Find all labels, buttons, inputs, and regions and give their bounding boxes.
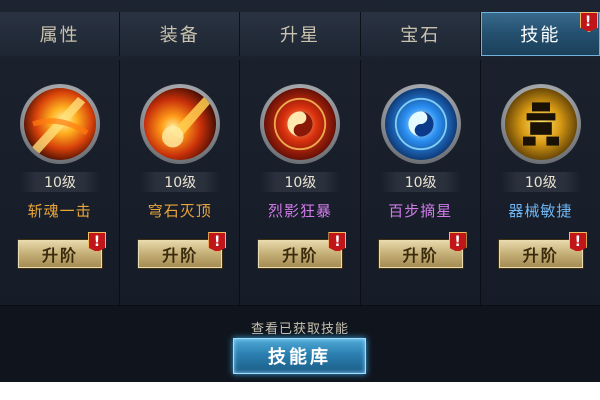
tab-label: 属性 [39, 25, 80, 46]
skill-card: 10级 穹石灭顶 升阶 ! [120, 60, 241, 305]
tab-label: 升星 [280, 25, 320, 46]
skill-card: 10级 烈影狂暴 升阶 ! [240, 60, 361, 305]
tab-attributes[interactable]: 属性 [0, 12, 121, 56]
skill-card: 10级 百步摘星 升阶 ! [360, 60, 481, 305]
skill-icon-frame[interactable] [140, 84, 221, 164]
alert-badge-icon: ! [580, 12, 599, 32]
skill-panel: 属性 装备 升星 宝石 技能 ! 10级 斩魂一击 升阶 ! 10级 穹石灭顶 … [0, 0, 600, 382]
tab-skills[interactable]: 技能 ! [480, 12, 600, 56]
skill-name: 穹石灭顶 [147, 202, 212, 220]
tab-bar: 属性 装备 升星 宝石 技能 ! [0, 12, 600, 56]
skill-name: 烈影狂暴 [268, 202, 333, 220]
skill-card: 10级 器械敏捷 升阶 ! [480, 60, 600, 305]
tab-gems[interactable]: 宝石 [360, 12, 481, 56]
tab-equipment[interactable]: 装备 [120, 12, 241, 56]
tab-label: 装备 [159, 25, 200, 46]
skill-icon-frame[interactable] [260, 84, 341, 164]
skill-icon-frame[interactable] [380, 84, 461, 164]
meteor-icon [144, 88, 217, 160]
skill-library-button[interactable]: 技能库 [233, 338, 366, 374]
skill-level: 10级 [380, 172, 461, 192]
skill-name: 百步摘星 [388, 202, 453, 220]
red-yinyang-icon [264, 88, 337, 160]
tab-label: 宝石 [400, 25, 441, 46]
skill-name: 器械敏捷 [508, 202, 573, 220]
skill-list: 10级 斩魂一击 升阶 ! 10级 穹石灭顶 升阶 ! 10级 烈影狂暴 升阶 … [0, 60, 600, 305]
tab-label: 技能 [520, 25, 561, 46]
skill-card: 10级 斩魂一击 升阶 ! [0, 60, 121, 305]
blue-yinyang-icon [384, 88, 457, 160]
skill-level: 10级 [140, 172, 221, 192]
skill-icon-frame[interactable] [500, 84, 581, 164]
skill-name: 斩魂一击 [27, 202, 92, 220]
view-acquired-skills-text: 查看已获取技能 [250, 322, 349, 337]
skill-level: 10级 [500, 172, 581, 192]
skill-level: 10级 [20, 172, 100, 192]
gear-totem-icon [504, 88, 577, 160]
skill-level: 10级 [260, 172, 341, 192]
fire-slash-icon [24, 88, 96, 160]
tab-star-up[interactable]: 升星 [240, 12, 361, 56]
bottom-bar: 查看已获取技能 技能库 [0, 305, 600, 382]
skill-icon-frame[interactable] [20, 84, 100, 164]
